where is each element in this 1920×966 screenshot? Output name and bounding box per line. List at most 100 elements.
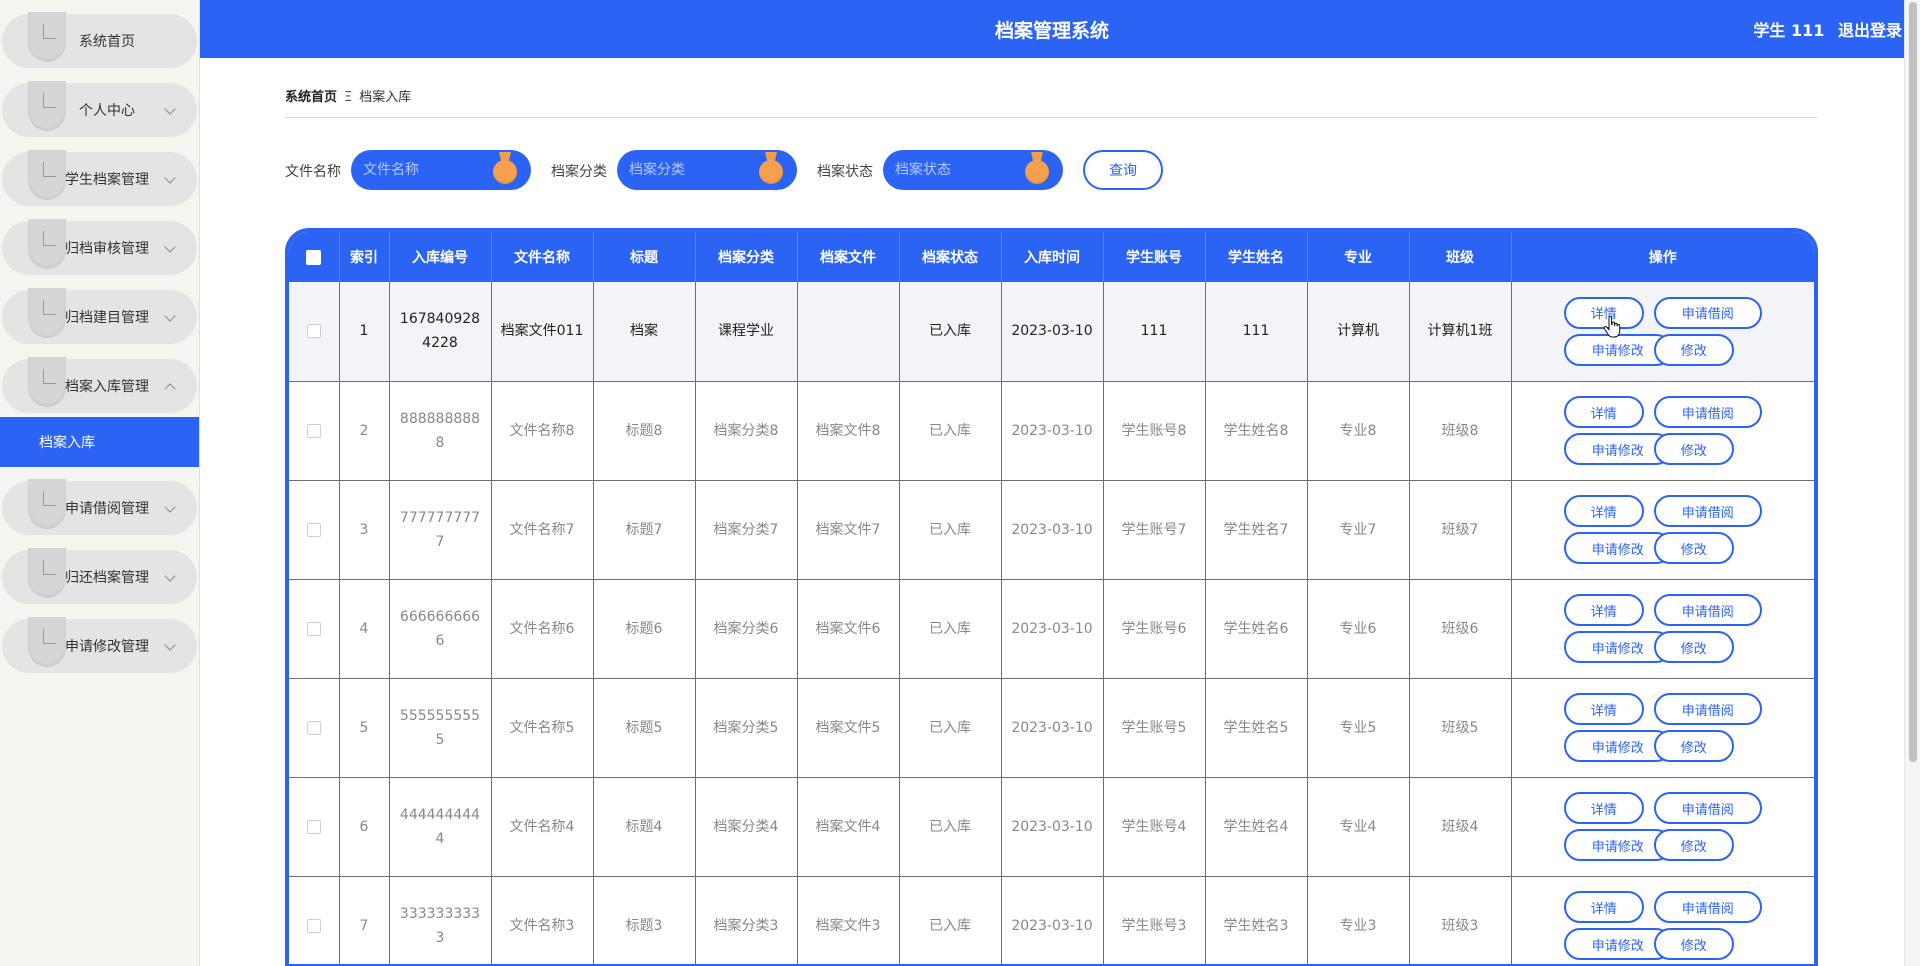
row-checkbox[interactable] [306, 720, 321, 735]
apply-borrow-button[interactable]: 申请借阅 [1653, 693, 1762, 725]
status-input[interactable] [895, 160, 1015, 180]
cell-storage-no: 5555555555 [389, 678, 492, 778]
sidebar-item-label: 申请修改管理 [65, 639, 149, 655]
sidebar-item-label: 个人中心 [79, 103, 135, 119]
sidebar-item-edit-request[interactable]: 申请修改管理 [2, 617, 197, 673]
apply-borrow-button[interactable]: 申请借阅 [1653, 495, 1762, 527]
medal-icon [1025, 152, 1049, 184]
detail-button[interactable]: 详情 [1563, 396, 1644, 428]
sidebar-item-return[interactable]: 归还档案管理 [2, 548, 197, 604]
row-checkbox[interactable] [306, 819, 321, 834]
row-checkbox[interactable] [306, 522, 321, 537]
sidebar-item-home[interactable]: 系统首页 [2, 12, 197, 68]
cell-title: 标题6 [593, 579, 696, 679]
column-header: 标题 [593, 232, 696, 282]
logout-link[interactable]: 退出登录 [1838, 21, 1902, 40]
cell-storage-time: 2023-03-10 [1001, 480, 1104, 580]
top-bar: 档案管理系统 学生 111 退出登录 [200, 0, 1904, 58]
sidebar-item-archive-catalog[interactable]: 归档建目管理 [2, 288, 197, 344]
cell-major: 专业7 [1307, 480, 1410, 580]
user-label: 学生 111 [1753, 21, 1825, 40]
sidebar-item-label: 学生档案管理 [65, 172, 149, 188]
detail-button[interactable]: 详情 [1563, 792, 1644, 824]
row-checkbox[interactable] [306, 324, 321, 339]
file-name-input[interactable] [363, 160, 483, 180]
row-checkbox[interactable] [306, 423, 321, 438]
row-select-cell[interactable] [289, 381, 340, 481]
scrollbar-thumb[interactable] [1909, 2, 1917, 762]
edit-button[interactable]: 修改 [1653, 433, 1734, 465]
sidebar-item-archive-review[interactable]: 归档审核管理 [2, 219, 197, 275]
category-label: 档案分类 [551, 164, 607, 180]
cell-class: 班级4 [1409, 777, 1512, 877]
row-actions: 详情 申请借阅 申请修改 修改 [1511, 876, 1814, 964]
row-select-cell[interactable] [289, 777, 340, 877]
edit-button[interactable]: 修改 [1653, 829, 1734, 861]
cell-student-name: 学生姓名6 [1205, 579, 1308, 679]
cell-status: 已入库 [899, 381, 1002, 481]
breadcrumb-home[interactable]: 系统首页 [285, 90, 337, 105]
row-checkbox[interactable] [306, 621, 321, 636]
sidebar-subitem-archive-storage[interactable]: 档案入库 [0, 417, 199, 467]
column-header: 档案文件 [797, 232, 900, 282]
sidebar-item-borrow[interactable]: 申请借阅管理 [2, 479, 197, 535]
cell-student-account: 学生账号3 [1103, 876, 1206, 964]
cell-title: 标题3 [593, 876, 696, 964]
hand-cursor-icon [1603, 316, 1621, 338]
select-all-header[interactable] [289, 232, 340, 282]
cell-student-account: 学生账号8 [1103, 381, 1206, 481]
status-search [883, 150, 1063, 190]
edit-button[interactable]: 修改 [1653, 928, 1734, 960]
cell-student-name: 学生姓名7 [1205, 480, 1308, 580]
sidebar-item-personal-center[interactable]: 个人中心 [2, 81, 197, 137]
vertical-scrollbar[interactable] [1904, 0, 1920, 966]
row-select-cell[interactable] [289, 480, 340, 580]
apply-borrow-button[interactable]: 申请借阅 [1653, 396, 1762, 428]
cell-storage-time: 2023-03-10 [1001, 381, 1104, 481]
cell-student-account: 学生账号5 [1103, 678, 1206, 778]
select-all-checkbox[interactable] [306, 249, 322, 265]
row-select-cell[interactable] [289, 678, 340, 778]
apply-borrow-button[interactable]: 申请借阅 [1653, 296, 1762, 329]
category-input[interactable] [629, 160, 749, 180]
row-select-cell[interactable] [289, 579, 340, 679]
column-header: 文件名称 [491, 232, 594, 282]
column-header: 专业 [1307, 232, 1410, 282]
cell-storage-no: 4444444444 [389, 777, 492, 877]
cell-file-name: 文件名称4 [491, 777, 594, 877]
cell-storage-time: 2023-03-10 [1001, 678, 1104, 778]
column-header: 档案状态 [899, 232, 1002, 282]
apply-borrow-button[interactable]: 申请借阅 [1653, 891, 1762, 923]
cell-student-name: 111 [1205, 282, 1308, 382]
edit-button[interactable]: 修改 [1653, 631, 1734, 663]
cell-file-name: 文件名称6 [491, 579, 594, 679]
row-select-cell[interactable] [289, 876, 340, 964]
query-button[interactable]: 查询 [1083, 150, 1163, 190]
cell-storage-time: 2023-03-10 [1001, 876, 1104, 964]
row-checkbox[interactable] [306, 918, 321, 933]
cell-storage-no: 7777777777 [389, 480, 492, 580]
detail-button[interactable]: 详情 [1563, 495, 1644, 527]
apply-borrow-button[interactable]: 申请借阅 [1653, 594, 1762, 626]
detail-button[interactable]: 详情 [1563, 594, 1644, 626]
cell-file-name: 文件名称8 [491, 381, 594, 481]
edit-button[interactable]: 修改 [1653, 532, 1734, 564]
table-row: 1 1678409284228 档案文件011 档案 课程学业 已入库 2023-03-10… [289, 282, 1814, 382]
row-select-cell[interactable] [289, 282, 340, 382]
sidebar-item-student-archive[interactable]: 学生档案管理 [2, 150, 197, 206]
edit-button[interactable]: 修改 [1653, 730, 1734, 762]
cell-category: 档案分类4 [695, 777, 798, 877]
cell-title: 标题4 [593, 777, 696, 877]
sidebar-item-archive-storage[interactable]: 档案入库管理 [2, 357, 197, 413]
column-header: 班级 [1409, 232, 1512, 282]
cell-status: 已入库 [899, 282, 1002, 382]
cell-student-name: 学生姓名8 [1205, 381, 1308, 481]
cell-storage-no: 3333333333 [389, 876, 492, 964]
edit-button[interactable]: 修改 [1653, 333, 1734, 366]
detail-button[interactable]: 详情 [1563, 891, 1644, 923]
apply-borrow-button[interactable]: 申请借阅 [1653, 792, 1762, 824]
detail-button[interactable]: 详情 [1563, 693, 1644, 725]
column-header: 入库编号 [389, 232, 492, 282]
column-header: 操作 [1511, 232, 1814, 282]
sidebar-item-label: 归档审核管理 [65, 241, 149, 257]
